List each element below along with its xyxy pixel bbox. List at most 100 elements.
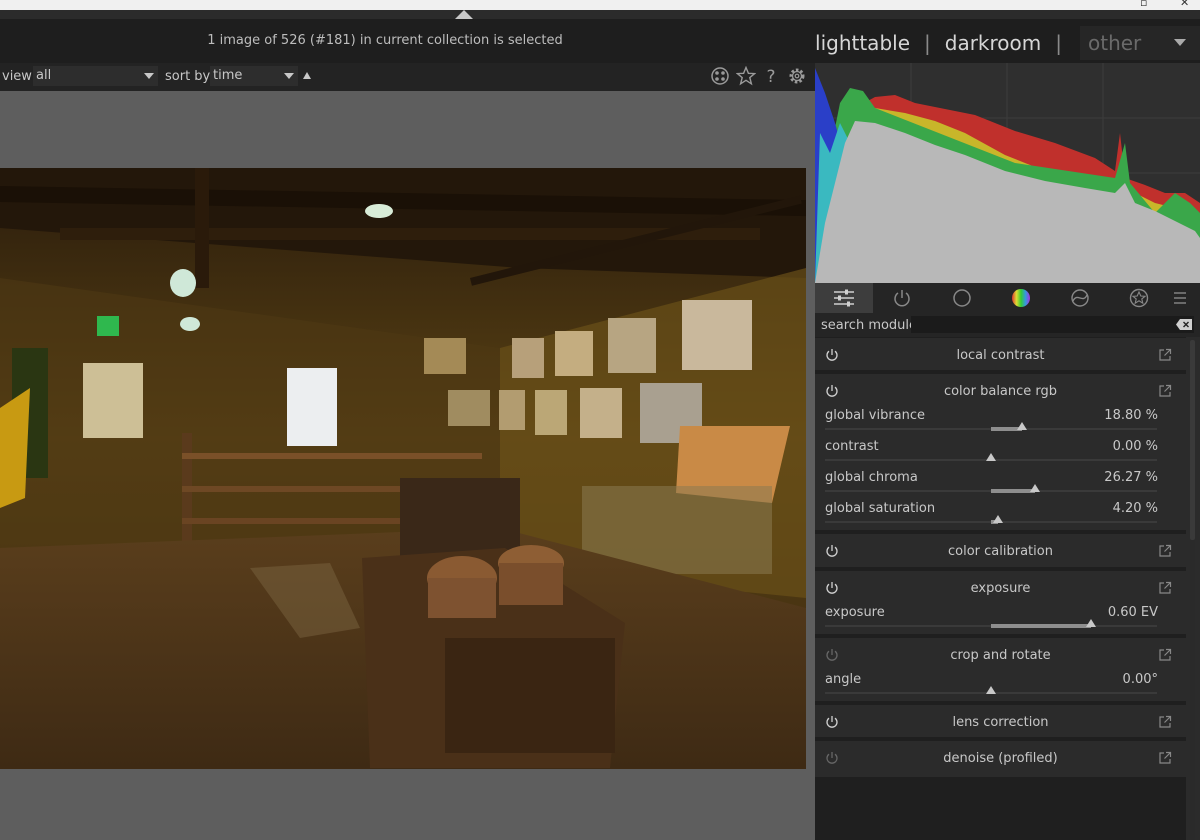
slider-contrast[interactable]: contrast 0.00 % <box>815 439 1186 470</box>
module-denoise-profiled[interactable]: denoise (profiled) <box>815 741 1186 779</box>
module-local-contrast[interactable]: local contrast <box>815 338 1186 372</box>
svg-text:?: ? <box>766 67 775 86</box>
star-icon[interactable] <box>736 66 756 86</box>
presets-popout-icon[interactable] <box>1158 544 1172 558</box>
slider-label: global saturation <box>825 501 936 516</box>
slider-label: angle <box>825 672 862 687</box>
tab-tone[interactable] <box>933 283 991 313</box>
module-header[interactable]: color balance rgb <box>815 374 1186 408</box>
view-filter-value: all <box>36 68 52 83</box>
slider-global-vibrance[interactable]: global vibrance 18.80 % <box>815 408 1186 439</box>
module-header[interactable]: lens correction <box>815 705 1186 739</box>
sort-combo[interactable]: time <box>210 66 298 86</box>
close-window-icon[interactable]: ✕ <box>1180 0 1189 9</box>
gear-icon[interactable] <box>787 66 807 86</box>
presets-popout-icon[interactable] <box>1158 384 1172 398</box>
circle-icon <box>953 289 971 307</box>
slider-label: global vibrance <box>825 408 926 423</box>
module-title: color balance rgb <box>943 384 1058 399</box>
module-color-calibration[interactable]: color calibration <box>815 534 1186 569</box>
view-separator: | <box>1055 31 1062 55</box>
slider-angle[interactable]: angle 0.00° <box>815 672 1186 703</box>
active-modules-icon <box>834 289 854 307</box>
collapse-top-panel-icon[interactable] <box>455 10 473 19</box>
slider-fill <box>991 624 1091 628</box>
chevron-down-icon <box>284 73 294 79</box>
module-lens-correction[interactable]: lens correction <box>815 705 1186 739</box>
tab-base[interactable] <box>873 283 931 313</box>
slider-value: 26.27 % <box>1104 470 1158 485</box>
presets-popout-icon[interactable] <box>1158 715 1172 729</box>
view-filter-label: view <box>2 69 32 84</box>
search-module-label: search module <box>821 318 918 333</box>
slider-marker[interactable] <box>1017 422 1028 430</box>
selection-status: 1 image of 526 (#181) in current collect… <box>207 33 563 48</box>
slider-label: contrast <box>825 439 879 454</box>
effects-icon <box>1129 288 1149 308</box>
module-header[interactable]: denoise (profiled) <box>815 741 1186 775</box>
chevron-down-icon <box>1174 39 1186 46</box>
view-switcher: lighttable | darkroom | other <box>815 26 1200 60</box>
module-header[interactable]: exposure <box>815 571 1186 605</box>
slider-value: 0.00 % <box>1112 439 1158 454</box>
presets-popout-icon[interactable] <box>1158 348 1172 362</box>
slider-global-saturation[interactable]: global saturation 4.20 % <box>815 501 1186 532</box>
tab-color[interactable] <box>992 283 1050 313</box>
slider-label: exposure <box>825 605 885 620</box>
view-separator: | <box>924 31 931 55</box>
module-title: local contrast <box>956 348 1045 363</box>
module-scrollbar-thumb[interactable] <box>1190 340 1195 540</box>
histogram[interactable] <box>815 63 1200 283</box>
module-title: lens correction <box>952 715 1049 730</box>
slider-marker[interactable] <box>986 686 996 694</box>
module-header[interactable]: color calibration <box>815 534 1186 568</box>
slider-label: global chroma <box>825 470 918 485</box>
menu-icon <box>1174 292 1186 304</box>
module-title: crop and rotate <box>950 648 1051 663</box>
slider-value: 0.60 EV <box>1107 605 1158 620</box>
view-filter-combo[interactable]: all <box>33 66 158 86</box>
restore-window-icon[interactable]: ▫ <box>1140 0 1147 9</box>
view-lighttable[interactable]: lighttable <box>815 31 910 55</box>
module-title: color calibration <box>948 544 1053 559</box>
slider-value: 4.20 % <box>1112 501 1158 516</box>
sort-label: sort by <box>165 69 211 84</box>
chevron-down-icon <box>144 73 154 79</box>
slider-value: 0.00° <box>1122 672 1158 687</box>
view-other-label: other <box>1088 31 1142 55</box>
module-crop-and-rotate[interactable]: crop and rotate angle 0.00° <box>815 638 1186 703</box>
module-exposure[interactable]: exposure exposure 0.60 EV <box>815 571 1186 636</box>
module-header[interactable]: crop and rotate <box>815 638 1186 672</box>
tab-menu[interactable] <box>1160 283 1200 313</box>
module-color-balance-rgb[interactable]: color balance rgb global vibrance 18.80 % c… <box>815 374 1186 532</box>
tab-correct[interactable] <box>1051 283 1109 313</box>
presets-popout-icon[interactable] <box>1158 751 1172 765</box>
slider-value: 18.80 % <box>1104 408 1158 423</box>
search-module-input[interactable] <box>911 316 1194 333</box>
clear-search-icon[interactable] <box>1176 319 1192 330</box>
power-icon <box>894 290 910 307</box>
slider-exposure[interactable]: exposure 0.60 EV <box>815 605 1186 636</box>
view-other-dropdown[interactable]: other <box>1080 26 1200 60</box>
slider-marker[interactable] <box>1085 619 1096 627</box>
image-preview[interactable] <box>0 168 806 769</box>
help-icon[interactable]: ? <box>761 66 781 86</box>
sort-direction-icon[interactable] <box>303 72 311 79</box>
color-wheel-icon <box>1012 289 1030 307</box>
slider-marker[interactable] <box>986 453 996 461</box>
slider-fill <box>991 489 1035 493</box>
module-title: exposure <box>970 581 1031 596</box>
sort-value: time <box>213 68 243 83</box>
slider-marker[interactable] <box>1029 484 1040 492</box>
presets-popout-icon[interactable] <box>1158 581 1172 595</box>
slider-marker[interactable] <box>992 515 1003 523</box>
slider-global-chroma[interactable]: global chroma 26.27 % <box>815 470 1186 501</box>
window-titlebar: ▫ ✕ <box>0 0 1200 10</box>
view-darkroom[interactable]: darkroom <box>945 31 1042 55</box>
color-labels-icon[interactable] <box>710 66 730 86</box>
module-title: denoise (profiled) <box>943 751 1058 766</box>
correct-icon <box>1071 289 1089 307</box>
module-header[interactable]: local contrast <box>815 338 1186 372</box>
presets-popout-icon[interactable] <box>1158 648 1172 662</box>
tab-active-modules[interactable] <box>815 283 873 313</box>
